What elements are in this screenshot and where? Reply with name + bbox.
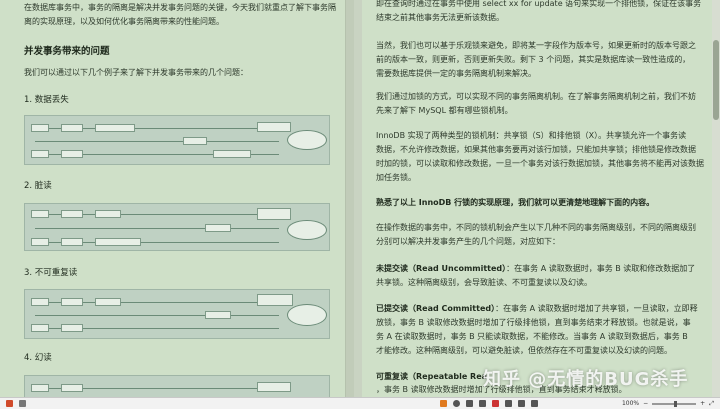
body-text: 在操作数据的事务中，不同的锁机制会产生以下几种不同的事务隔离级别，不同的隔离级别 [376, 223, 697, 232]
page-gutter [346, 0, 355, 397]
status-tools [440, 400, 538, 407]
body-text: 放锁，事务 B 读取修改数据时增加了行级排他锁，直到事务结束才释放锁。也就是说，… [376, 318, 691, 327]
right-page: 即在查询时通过在事务中使用 select xx for update 语句来实现… [362, 0, 720, 397]
body-text: 结束之前其他事务无法更新该数据。 [376, 13, 505, 22]
fit-page-icon[interactable] [518, 400, 525, 407]
intro-text: 离的实现原理，以及如何优化事务隔离带来的性能问题。 [24, 17, 224, 26]
zoom-in-icon[interactable]: + [700, 400, 705, 407]
scrollbar-thumb[interactable] [713, 40, 719, 120]
body-text: 务 A 在读取数据时，事务 B 只能读取数据，不能修改。当事务 A 读取到数据后… [376, 332, 688, 341]
fullscreen-toggle-icon[interactable]: ⤢ [709, 400, 714, 408]
body-text: InnoDB 实现了两种类型的锁机制：共享锁（S）和排他锁（X）。共享锁允许一个… [376, 131, 687, 140]
lost-update-diagram [24, 115, 330, 165]
zoom-out-icon[interactable]: − [643, 400, 648, 407]
record-icon[interactable] [492, 400, 499, 407]
non-repeatable-read-diagram [24, 289, 330, 339]
left-page: 在数据库事务中，事务的隔离是解决并发事务问题的关键，今天我们就重点了解下事务隔 … [0, 0, 347, 397]
body-text: 当然，我们也可以基于乐观锁来避免，即将某一字段作为版本号，如果更新时的版本号跟之 [376, 41, 697, 50]
zoom-slider-knob[interactable] [674, 400, 678, 407]
body-text: 时加的锁，可以读取和修改数据，一旦一个事务对该行数据加锁，其他事务将不能再对该数… [376, 159, 705, 168]
read-mode-icon[interactable] [453, 400, 460, 407]
body-text: 前的版本一致，则更新，否则更新失败。剩下 3 个问题，其实是数据库读一致性造成的… [376, 55, 691, 64]
zoom-slider[interactable] [652, 400, 697, 407]
intro-text: 在数据库事务中，事务的隔离是解决并发事务问题的关键，今天我们就重点了解下事务隔 [24, 3, 336, 12]
watermark: 知乎 @无情的BUG杀手 [483, 369, 689, 390]
isolation-title: 未提交读（Read Uncommitted） [376, 264, 507, 273]
phantom-read-diagram [24, 375, 330, 397]
isolation-desc: ：在事务 A 读取数据时，事务 B 读取和修改数据加了 [506, 264, 696, 273]
body-text: 共享锁。这种隔离级别，会导致脏读、不可重复读以及幻读。 [376, 278, 593, 287]
status-bar: 100% − + ⤢ [0, 397, 720, 409]
body-text: 需要数据库提供一定的事务隔离机制来解决。 [376, 69, 537, 78]
fit-width-icon[interactable] [505, 400, 512, 407]
fullscreen-icon[interactable] [531, 400, 538, 407]
document-viewer: 在数据库事务中，事务的隔离是解决并发事务问题的关键，今天我们就重点了解下事务隔 … [0, 0, 720, 397]
isolation-title: 已提交读（Read Committed） [376, 304, 496, 313]
vertical-scrollbar[interactable] [712, 0, 720, 397]
bold-summary: 熟悉了以上 InnoDB 行锁的实现原理，我们就可以更清楚地理解下面的内容。 [376, 198, 655, 207]
section-non-repeatable-read: 3. 不可重复读 [24, 268, 78, 278]
zoom-level[interactable]: 100% [622, 400, 639, 407]
single-page-icon[interactable] [466, 400, 473, 407]
body-text: 数据，不允许修改数据，如果其他事务要再对该行加锁，只能加共享锁；排他锁是修改数据 [376, 145, 697, 154]
sidebar-toggle-icon[interactable] [19, 400, 26, 407]
isolation-repeatable-read-title: 可重复读（Repeatable Rea [376, 372, 488, 381]
heading-concurrency: 并发事务带来的问题 [24, 46, 110, 57]
body-text: 即在查询时通过在事务中使用 select xx for update 语句来实现… [376, 0, 702, 8]
app-icon[interactable] [6, 400, 13, 407]
isolation-read-committed: 已提交读（Read Committed）：在事务 A 读取数据时增加了共享锁，一… [376, 302, 698, 315]
body-text: 先来了解下 MySQL 都有哪些锁机制。 [376, 106, 513, 115]
concurrency-intro: 我们可以通过以下几个例子来了解下并发事务带来的几个问题： [24, 68, 248, 77]
body-text: 分别可以解决并发事务产生的几个问题，对应如下： [376, 237, 561, 246]
dirty-read-diagram [24, 203, 330, 251]
body-text: 才能修改。这种隔离级别，可以避免脏读，但依然存在不可重复读以及幻读的问题。 [376, 346, 673, 355]
isolation-desc: ：在事务 A 读取数据时增加了共享锁，一旦读取，立即释 [495, 304, 698, 313]
double-page-icon[interactable] [479, 400, 486, 407]
section-dirty-read: 2. 脏读 [24, 181, 52, 191]
eye-icon[interactable] [440, 400, 447, 407]
status-left [0, 400, 440, 407]
body-text: 我们通过加锁的方式，可以实现不同的事务隔离机制。在了解事务隔离机制之前，我们不妨 [376, 92, 697, 101]
isolation-read-uncommitted: 未提交读（Read Uncommitted）：在事务 A 读取数据时，事务 B … [376, 262, 695, 275]
section-phantom-read: 4. 幻读 [24, 353, 52, 363]
section-lost-update: 1. 数据丢失 [24, 95, 69, 105]
zoom-controls: 100% − + ⤢ [622, 400, 714, 408]
body-text: 加任务锁。 [376, 173, 417, 182]
